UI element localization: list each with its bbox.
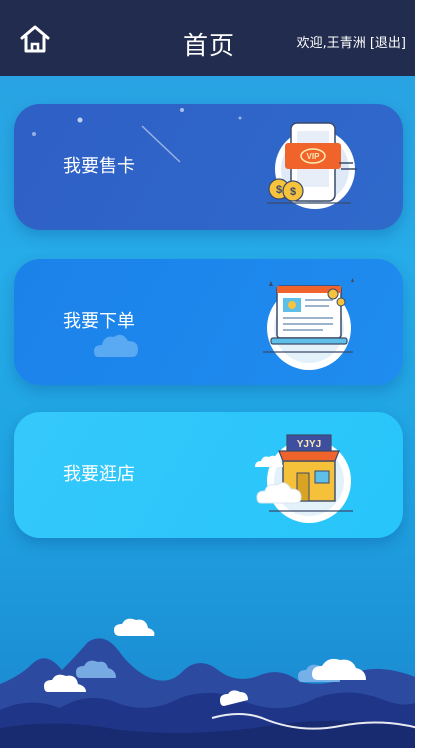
svg-text:VIP: VIP xyxy=(307,152,321,161)
visit-store-label: 我要逛店 xyxy=(63,464,135,485)
laptop-order-icon xyxy=(263,278,354,370)
user-greeting: 欢迎,王青洲 [退出] xyxy=(297,32,406,51)
svg-text:$: $ xyxy=(276,184,282,196)
sell-card-label: 我要售卡 xyxy=(63,156,135,177)
place-order-label: 我要下单 xyxy=(63,311,135,332)
mountain-scenery xyxy=(0,618,418,748)
sell-card-button[interactable]: 我要售卡 VIP $ $ xyxy=(14,104,403,230)
logout-link[interactable]: [退出] xyxy=(370,36,406,51)
welcome-text: 欢迎,王青洲 xyxy=(296,36,366,51)
place-order-button[interactable]: 我要下单 xyxy=(14,259,403,385)
right-edge xyxy=(415,0,418,748)
svg-text:$: $ xyxy=(290,186,296,198)
visit-store-button[interactable]: 我要逛店 YJYJ xyxy=(14,412,403,538)
top-header: 首页 欢迎,王青洲 [退出] xyxy=(0,0,418,76)
store-sign-text: YJYJ xyxy=(297,439,321,450)
app-screen: 首页 欢迎,王青洲 [退出] 我要售卡 VIP $ $ 我要下单 我要逛店 YJ… xyxy=(0,0,418,748)
vip-card-icon: VIP $ $ xyxy=(267,122,357,209)
store-icon: YJYJ xyxy=(255,434,353,523)
